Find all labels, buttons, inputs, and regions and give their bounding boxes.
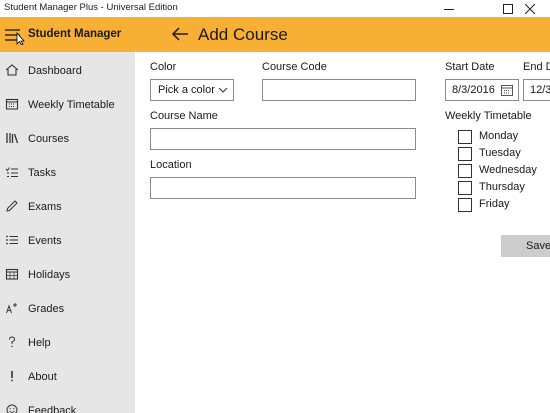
window-titlebar: Student Manager Plus - Universal Edition [0, 0, 550, 17]
sidebar-item-label: Holidays [28, 269, 71, 281]
start-date-value: 8/3/2016 [452, 84, 495, 96]
color-label: Color [150, 61, 177, 73]
pencil-icon [6, 200, 18, 212]
course-code-input[interactable] [262, 79, 416, 101]
location-input[interactable] [150, 177, 416, 199]
tuesday-checkbox[interactable] [458, 147, 472, 161]
monday-checkbox[interactable] [458, 130, 472, 144]
bullet-list-icon [6, 235, 18, 245]
sidebar-item-feedback[interactable]: Feedback [0, 394, 135, 413]
sidebar-item-label: Exams [28, 201, 62, 213]
sidebar-item-courses[interactable]: Courses [0, 122, 135, 152]
friday-checkbox[interactable] [458, 198, 472, 212]
grades-icon [6, 303, 17, 314]
start-date-label: Start Date [445, 61, 495, 73]
smiley-icon [6, 404, 18, 413]
page-title: Add Course [198, 25, 288, 44]
minimize-icon [444, 8, 454, 10]
checklist-icon [5, 167, 18, 177]
calendar-icon [501, 85, 513, 96]
friday-label: Friday [479, 198, 510, 210]
sidebar-item-label: Weekly Timetable [28, 99, 115, 111]
sidebar-item-help[interactable]: Help [0, 326, 135, 356]
location-label: Location [150, 159, 192, 171]
hamburger-icon [5, 29, 25, 46]
sidebar-item-grades[interactable]: Grades [0, 292, 135, 322]
sidebar-item-label: About [28, 371, 57, 383]
minimize-button[interactable] [429, 0, 469, 17]
end-date-label: End D [523, 61, 550, 73]
calendar-icon [5, 98, 19, 110]
sidebar-item-label: Dashboard [28, 65, 82, 77]
sidebar-item-label: Help [28, 337, 51, 349]
sidebar-item-label: Tasks [28, 167, 57, 179]
sidebar-item-label: Feedback [28, 405, 77, 413]
app-header: Student Manager Add Course [0, 17, 550, 52]
monday-label: Monday [479, 130, 519, 142]
sidebar-item-label: Events [28, 235, 62, 247]
course-name-input[interactable] [150, 128, 416, 150]
close-icon [525, 3, 535, 14]
start-date-picker[interactable]: 8/3/2016 [445, 79, 519, 101]
app-name: Student Manager [28, 28, 122, 40]
close-button[interactable] [510, 0, 550, 17]
home-icon [5, 64, 19, 76]
end-date-value: 12/3 [530, 84, 550, 96]
wednesday-checkbox[interactable] [458, 164, 472, 178]
sidebar-item-dashboard[interactable]: Dashboard [0, 54, 135, 84]
course-name-label: Course Name [150, 110, 218, 122]
sidebar: Dashboard Weekly Timetable Courses Tasks… [0, 52, 135, 413]
thursday-label: Thursday [479, 181, 525, 193]
thursday-checkbox[interactable] [458, 181, 472, 195]
sidebar-item-about[interactable]: About [0, 360, 135, 390]
chevron-down-icon [218, 87, 228, 93]
question-icon [9, 336, 16, 348]
back-button[interactable] [170, 24, 192, 44]
sidebar-item-weekly-timetable[interactable]: Weekly Timetable [0, 88, 135, 118]
sidebar-item-events[interactable]: Events [0, 224, 135, 254]
back-arrow-icon [171, 27, 188, 41]
sidebar-item-holidays[interactable]: Holidays [0, 258, 135, 288]
sidebar-item-label: Courses [28, 133, 69, 145]
tuesday-label: Tuesday [479, 147, 521, 159]
color-picker-dropdown[interactable]: Pick a color [150, 79, 234, 101]
exclamation-icon [11, 371, 13, 382]
sidebar-item-exams[interactable]: Exams [0, 190, 135, 220]
save-button[interactable]: Save [501, 235, 550, 257]
window-title: Student Manager Plus - Universal Edition [4, 2, 178, 13]
wednesday-label: Wednesday [479, 164, 537, 176]
weekly-timetable-label: Weekly Timetable [445, 110, 532, 122]
books-icon [6, 133, 19, 144]
sidebar-item-label: Grades [28, 303, 65, 315]
color-picker-value: Pick a color [158, 84, 215, 96]
hamburger-menu-button[interactable] [2, 25, 26, 46]
course-code-label: Course Code [262, 61, 327, 73]
calendar-grid-icon [5, 268, 19, 280]
sidebar-item-tasks[interactable]: Tasks [0, 156, 135, 186]
save-button-label: Save [526, 240, 550, 252]
end-date-picker[interactable]: 12/3 [523, 79, 550, 101]
